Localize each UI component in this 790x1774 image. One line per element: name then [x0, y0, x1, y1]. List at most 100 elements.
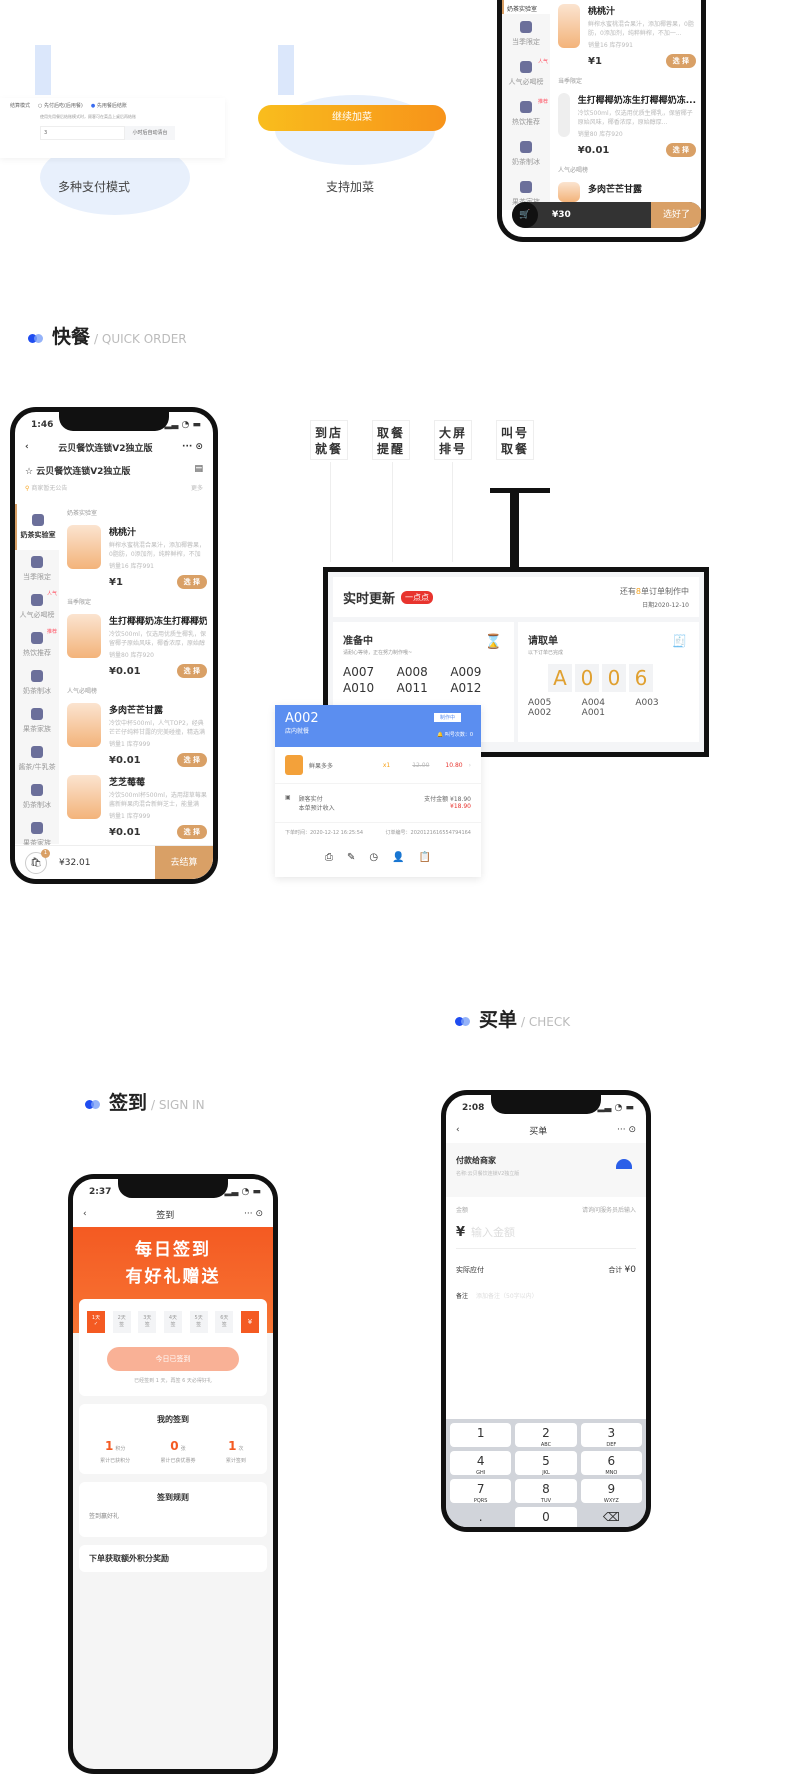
key-digit: 2 — [542, 1426, 550, 1440]
remark-field[interactable]: 备注 添加备注（50字以内） — [446, 1275, 646, 1300]
category-item[interactable]: 推荐 热饮推荐 — [502, 94, 550, 134]
keypad-key[interactable]: 6 MNO — [580, 1451, 642, 1476]
select-button[interactable]: 选 择 — [176, 664, 207, 678]
keypad-key[interactable]: 5 JKL — [515, 1451, 577, 1476]
keypad-key[interactable]: . — [450, 1507, 511, 1527]
cart-icon[interactable]: 🛒 — [512, 202, 538, 228]
category-item[interactable]: 当季限定 — [15, 550, 59, 588]
hot-badge: 人气 — [46, 591, 57, 597]
cart-icon[interactable]: 🛍 1 — [25, 848, 50, 874]
category-item[interactable]: 果茶家族 — [15, 702, 59, 740]
category-active[interactable]: 奶茶实验室 — [15, 504, 59, 550]
clipboard-icon[interactable]: 📋 — [419, 852, 431, 863]
more-link[interactable]: 更多 — [191, 483, 203, 492]
item-price: 10.80 — [445, 761, 463, 769]
section-title: 快餐 — [52, 326, 91, 348]
cart-bar[interactable]: 🛍 1 ¥32.01 去结算 — [15, 845, 213, 879]
select-button[interactable]: 选 择 — [176, 753, 207, 767]
pay-option-1[interactable]: ○ 先付后吃(后用餐) — [38, 102, 83, 109]
keypad-key[interactable]: 0 — [515, 1507, 577, 1527]
keypad-key[interactable]: 4 GHI — [450, 1451, 512, 1476]
category-item[interactable]: 人气 人气必喝榜 — [15, 588, 59, 626]
menu-icon[interactable]: ··· ⊙ — [244, 1209, 263, 1219]
key-letters: TUV — [540, 1498, 552, 1504]
category-icon — [31, 632, 43, 644]
keypad-key[interactable]: 9 WXYZ — [580, 1479, 642, 1504]
screen-mount — [490, 488, 550, 493]
back-icon[interactable]: ‹ — [83, 1209, 87, 1219]
keypad-key[interactable]: 3 DEF — [580, 1423, 642, 1448]
day-sub: 签 — [119, 1322, 125, 1328]
rules-title: 签到规则 — [157, 1493, 189, 1502]
item-image — [285, 755, 303, 775]
remaining-orders: 还有8单订单制作中 — [620, 586, 689, 597]
signin-day: 2天签 — [112, 1311, 131, 1333]
continue-add-button[interactable]: 继续加菜 — [258, 105, 446, 131]
select-button[interactable]: 选 择 — [176, 575, 207, 589]
product-name: 桃桃汁 — [109, 528, 137, 538]
current-number-digit: 6 — [629, 664, 653, 692]
extra-points-title: 下单获取额外积分奖励 — [89, 1554, 169, 1563]
category-item[interactable]: 推荐 热饮推荐 — [15, 626, 59, 664]
merchant-logo — [616, 1159, 632, 1169]
order-item[interactable]: 鲜果多多 x1 12.00 10.80 › — [275, 747, 481, 784]
edit-icon[interactable]: ✎ — [347, 852, 355, 863]
shop-label: 云贝餐饮连锁V2独立版 — [36, 467, 131, 477]
signal-icon: ▂▃ ◔ ▬ — [224, 1187, 261, 1197]
product-name: 多肉芒芒甘露 — [588, 185, 643, 195]
phone-notch — [118, 1179, 228, 1198]
signed-today-button[interactable]: 今日已签到 — [107, 1347, 239, 1371]
back-icon[interactable]: ‹ — [25, 442, 29, 452]
cart-total: ¥30 — [552, 210, 571, 220]
backspace-key[interactable]: ⌫ — [581, 1507, 642, 1527]
preparing-order: A010 — [343, 681, 375, 695]
keypad-key[interactable]: 2 ABC — [515, 1423, 577, 1448]
order-list-icon[interactable]: ▤ — [194, 464, 203, 477]
hours-input[interactable]: 3 — [40, 126, 125, 140]
category-item[interactable]: 奶茶制冰 — [502, 134, 550, 174]
menu-icon[interactable]: ··· ⊙ — [617, 1125, 636, 1135]
status-badge: 制作中 — [433, 713, 461, 722]
key-digit: 1 — [476, 1426, 485, 1440]
key-digit: . — [478, 1510, 483, 1524]
keypad-key[interactable]: 8 TUV — [515, 1479, 577, 1504]
category-icon — [31, 594, 43, 606]
pay-to-label: 付款给商家 — [456, 1156, 496, 1165]
current-number-digit: 0 — [602, 664, 626, 692]
preparing-order: A011 — [396, 681, 428, 695]
amount-input[interactable]: ¥ 输入金额 — [456, 1224, 636, 1240]
checkout-button[interactable]: 去结算 — [155, 845, 213, 879]
select-button[interactable]: 选 择 — [665, 143, 696, 157]
key-digit: 9 — [607, 1482, 616, 1496]
category-item[interactable]: 奶茶制冰 — [15, 778, 59, 816]
pay-mode-label: 结算模式 — [10, 103, 31, 109]
category-item[interactable]: 奶茶制冰 — [15, 664, 59, 702]
pay-mode-caption: 多种支付模式 — [58, 180, 131, 194]
checkout-button[interactable]: 选好了 — [650, 202, 701, 228]
keypad-key[interactable]: 7 PQRS — [450, 1479, 512, 1504]
order-time: 下单时间：2020-12-12 16:25:54 — [285, 830, 364, 836]
call-count-text: 叫号次数：0 — [444, 732, 473, 738]
category-item[interactable]: 酱茶/牛乳茶 — [15, 740, 59, 778]
preparing-order: A009 — [450, 665, 482, 679]
tag-big-screen: 大屏排号 — [434, 420, 472, 460]
pay-option-2[interactable]: ● 先用餐后结账 — [91, 102, 127, 109]
dots-icon — [455, 1017, 471, 1026]
menu-icon[interactable]: ··· ⊙ — [182, 442, 203, 452]
user-icon[interactable]: 👤 — [392, 852, 404, 863]
option-label: 先付后吃(后用餐) — [43, 103, 83, 109]
actual-label: 实际应付 — [456, 1266, 484, 1274]
category-item[interactable]: 人气 人气必喝榜 — [502, 54, 550, 94]
select-button[interactable]: 选 择 — [176, 825, 207, 839]
print-icon[interactable]: ⎙ — [325, 852, 333, 863]
day-sub: 签 — [196, 1322, 202, 1328]
cart-bar[interactable]: 🛒 ¥30 选好了 — [512, 202, 701, 228]
stat-unit: 张 — [180, 1446, 186, 1452]
signin-hint: 已经签到 1 天，再签 6 天必得好礼 — [134, 1378, 212, 1384]
refund-icon[interactable]: ◷ — [369, 852, 378, 863]
category-item[interactable]: 当季限定 — [502, 14, 550, 54]
back-icon[interactable]: ‹ — [456, 1125, 460, 1135]
keypad-key[interactable]: 1 — [450, 1423, 512, 1447]
select-button[interactable]: 选 择 — [665, 54, 696, 68]
category-active[interactable]: 奶茶实验室 — [502, 0, 550, 14]
